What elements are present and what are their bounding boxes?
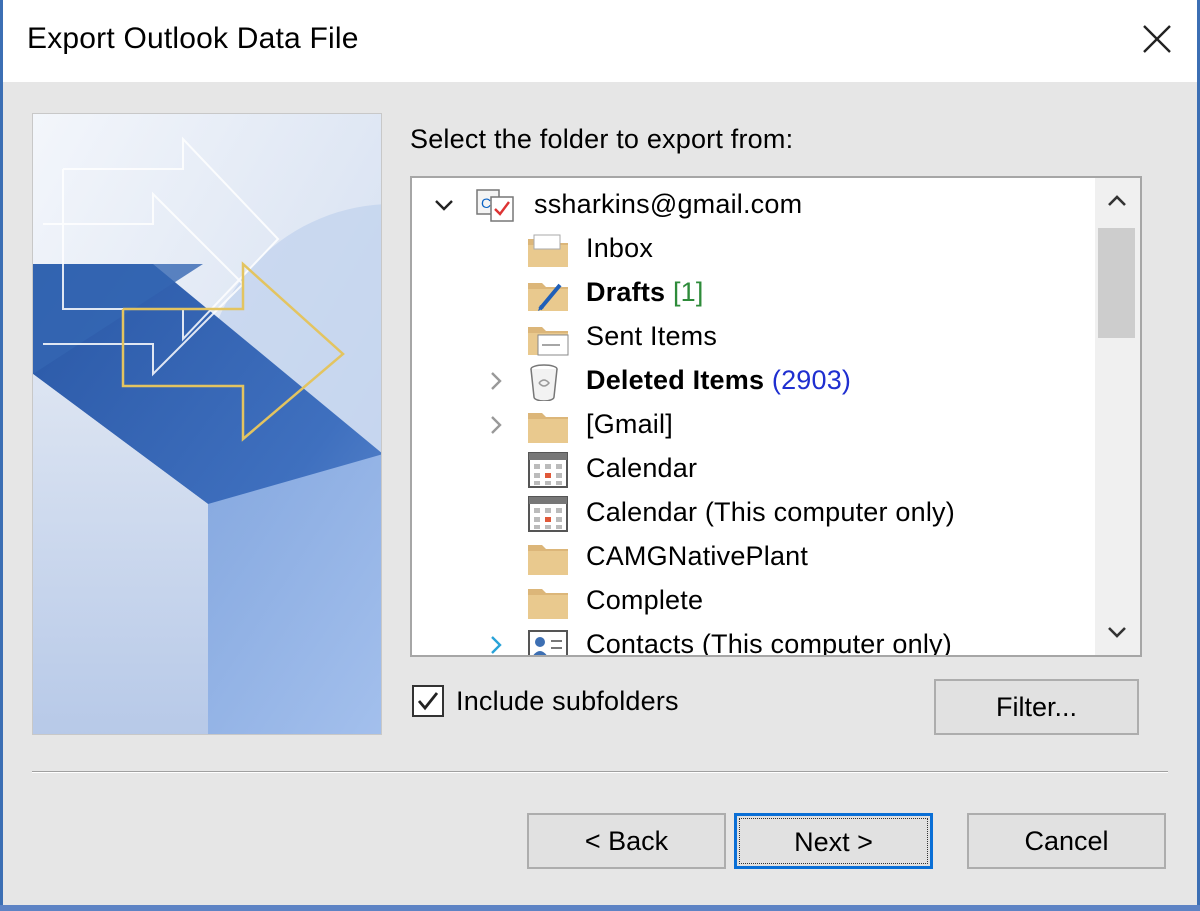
- contacts-icon: [526, 627, 572, 655]
- tree-item-calendar[interactable]: Calendar: [412, 447, 1092, 491]
- tree-item-label: Calendar (This computer only): [586, 497, 955, 527]
- expand-chevron-right-icon[interactable]: [484, 633, 508, 655]
- wizard-banner-image: [32, 113, 382, 735]
- back-button[interactable]: < Back: [527, 813, 726, 869]
- tree-item-label: Drafts [1]: [586, 277, 704, 308]
- expand-chevron-down-icon[interactable]: [432, 193, 456, 217]
- filter-button[interactable]: Filter...: [934, 679, 1139, 735]
- vertical-scrollbar[interactable]: [1095, 178, 1140, 655]
- tree-item-calendar-local[interactable]: Calendar (This computer only): [412, 491, 1092, 535]
- tree-item-inbox[interactable]: Inbox: [412, 227, 1092, 271]
- focus-rectangle: [739, 818, 928, 864]
- tree-item-gmail[interactable]: [Gmail]: [412, 403, 1092, 447]
- window-frame-bottom: [0, 905, 1200, 911]
- tree-item-label: Inbox: [586, 233, 654, 263]
- drafts-icon: [526, 275, 572, 313]
- close-button[interactable]: [1131, 16, 1183, 64]
- folder-icon: [526, 539, 572, 577]
- account-icon: C: [474, 187, 520, 225]
- tree-item-contacts[interactable]: Contacts (This computer only): [412, 623, 1092, 657]
- scrollbar-thumb[interactable]: [1098, 228, 1135, 338]
- chevron-up-icon: [1108, 195, 1126, 206]
- tree-item-name: Drafts: [586, 277, 666, 307]
- sent-items-icon: [526, 319, 572, 357]
- close-icon: [1143, 25, 1171, 53]
- tree-item-drafts[interactable]: Drafts [1]: [412, 271, 1092, 315]
- tree-item-label: Calendar: [586, 453, 698, 483]
- next-button[interactable]: Next >: [734, 813, 933, 869]
- instruction-text: Select the folder to export from:: [410, 124, 794, 154]
- expand-chevron-right-icon[interactable]: [484, 369, 508, 393]
- tree-item-label: [Gmail]: [586, 409, 673, 439]
- tree-item-label: Contacts (This computer only): [586, 629, 952, 657]
- folder-tree[interactable]: C ssharkins@gmail.com Inbox Drafts [1] S…: [410, 176, 1142, 657]
- svg-text:C: C: [481, 195, 491, 211]
- tree-item-label: Deleted Items (2903): [586, 365, 851, 396]
- window-title: Export Outlook Data File: [27, 22, 359, 55]
- tree-item-account[interactable]: C ssharkins@gmail.com: [412, 183, 1092, 227]
- cancel-button[interactable]: Cancel: [967, 813, 1166, 869]
- include-subfolders-checkbox[interactable]: [412, 685, 444, 717]
- tree-item-name: Deleted Items: [586, 365, 765, 395]
- tree-item-label: CAMGNativePlant: [586, 541, 809, 571]
- include-subfolders-label[interactable]: Include subfolders: [456, 686, 679, 717]
- folder-mail-icon: [526, 231, 572, 269]
- tree-item-complete[interactable]: Complete: [412, 579, 1092, 623]
- folder-icon: [526, 407, 572, 445]
- scroll-up-button[interactable]: [1095, 178, 1140, 224]
- trash-icon: [526, 363, 572, 402]
- tree-item-sent-items[interactable]: Sent Items: [412, 315, 1092, 359]
- scroll-down-button[interactable]: [1095, 609, 1140, 655]
- separator-highlight: [32, 772, 1168, 773]
- tree-item-label: ssharkins@gmail.com: [534, 189, 803, 219]
- item-count: (2903): [771, 365, 852, 395]
- tree-item-deleted-items[interactable]: Deleted Items (2903): [412, 359, 1092, 403]
- tree-item-label: Sent Items: [586, 321, 718, 351]
- chevron-down-icon: [1108, 627, 1126, 638]
- calendar-icon: [526, 451, 572, 489]
- window-frame-left: [0, 0, 3, 911]
- folder-icon: [526, 583, 572, 621]
- tree-item-camgnativeplant[interactable]: CAMGNativePlant: [412, 535, 1092, 579]
- title-bar: Export Outlook Data File: [3, 0, 1197, 82]
- unread-count: [1]: [672, 277, 704, 307]
- checkmark-icon: [417, 692, 439, 711]
- expand-chevron-right-icon[interactable]: [484, 413, 508, 437]
- calendar-icon: [526, 495, 572, 533]
- tree-item-label: Complete: [586, 585, 704, 615]
